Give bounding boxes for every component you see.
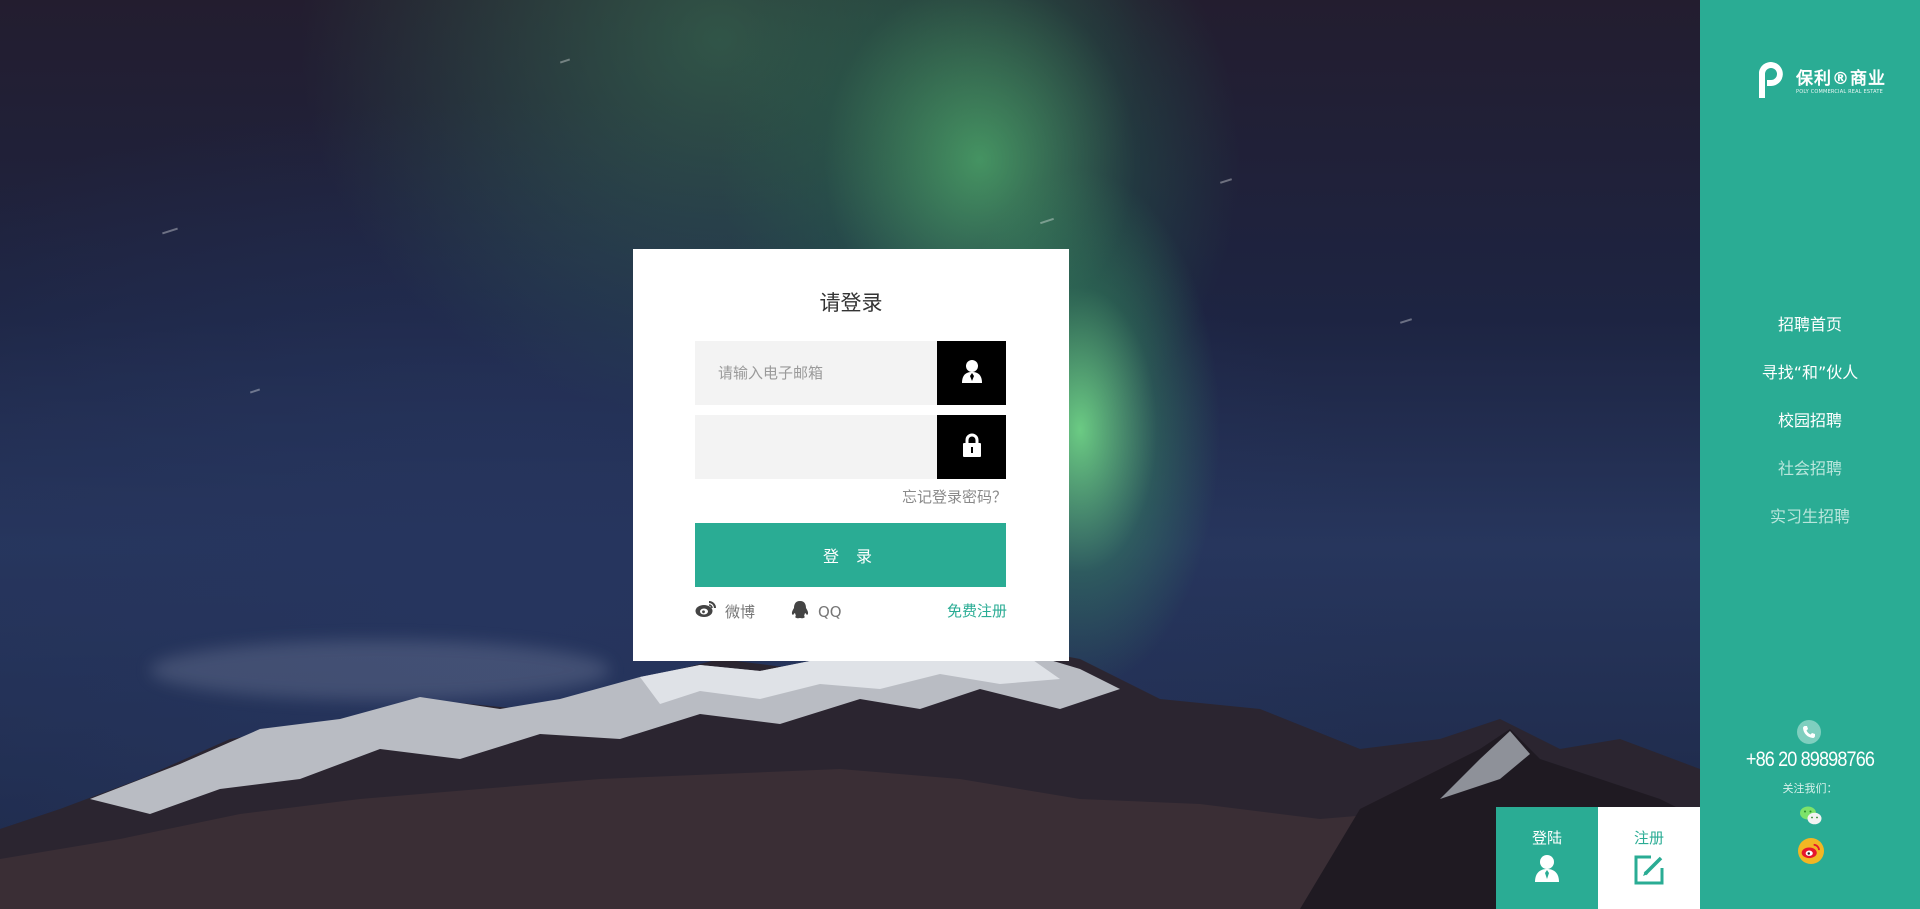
right-sidebar: 保利®商业 POLY COMMERCIAL REAL ESTATE 招聘首页 寻…	[1700, 0, 1920, 909]
star	[559, 58, 571, 64]
qq-login-link[interactable]: QQ	[790, 600, 842, 624]
password-input[interactable]	[695, 415, 958, 479]
login-card: 请登录 忘记登录密码？ 登 录	[633, 249, 1069, 661]
star	[249, 388, 261, 394]
lock-icon	[962, 433, 982, 461]
qq-label: QQ	[818, 603, 842, 621]
weibo-follow-icon[interactable]	[1798, 838, 1824, 864]
tab-login[interactable]: 登陆	[1496, 807, 1598, 909]
nav-item-social[interactable]: 社会招聘	[1700, 457, 1920, 505]
logo-main: 保利®商业	[1796, 68, 1886, 89]
weibo-icon	[695, 600, 717, 622]
star	[1399, 318, 1413, 324]
logo-text: 保利®商业 POLY COMMERCIAL REAL ESTATE	[1796, 69, 1886, 96]
phone-number: +86 20 89898766	[1745, 748, 1875, 771]
user-icon	[1534, 854, 1560, 886]
free-register-link[interactable]: 免费注册	[947, 600, 1007, 621]
qq-icon	[790, 600, 810, 624]
weibo-login-link[interactable]: 微博	[695, 600, 755, 622]
brand-logo[interactable]: 保利®商业 POLY COMMERCIAL REAL ESTATE	[1750, 60, 1886, 104]
poly-logo-icon	[1750, 60, 1790, 104]
forgot-password-link[interactable]: 忘记登录密码？	[902, 486, 1007, 507]
logo-sub: POLY COMMERCIAL REAL ESTATE	[1796, 88, 1883, 95]
edit-icon	[1633, 854, 1665, 890]
login-button[interactable]: 登 录	[695, 523, 1006, 587]
wechat-icon[interactable]	[1799, 804, 1823, 828]
user-icon	[961, 359, 983, 387]
tab-login-label: 登陆	[1531, 829, 1562, 847]
tab-register-label: 注册	[1633, 829, 1664, 847]
nav-item-campus[interactable]: 校园招聘	[1700, 409, 1920, 457]
mountains-image	[0, 643, 1700, 909]
email-icon-box	[937, 341, 1006, 405]
email-field	[695, 341, 1006, 405]
phone-icon	[1797, 720, 1821, 744]
star	[1219, 178, 1233, 184]
password-field	[695, 415, 1006, 479]
star	[162, 227, 178, 235]
sidebar-nav: 招聘首页 寻找“和”伙人 校园招聘 社会招聘 实习生招聘	[1700, 313, 1920, 553]
email-input[interactable]	[695, 341, 958, 405]
tab-register[interactable]: 注册	[1598, 807, 1700, 909]
star	[1040, 217, 1054, 225]
nav-item-partner[interactable]: 寻找“和”伙人	[1700, 361, 1920, 409]
follow-us-label: 关注我们：	[1782, 782, 1838, 795]
nav-item-home[interactable]: 招聘首页	[1700, 313, 1920, 361]
login-title: 请登录	[819, 291, 883, 315]
nav-item-intern[interactable]: 实习生招聘	[1700, 505, 1920, 553]
weibo-label: 微博	[725, 602, 756, 621]
password-icon-box	[937, 415, 1006, 479]
